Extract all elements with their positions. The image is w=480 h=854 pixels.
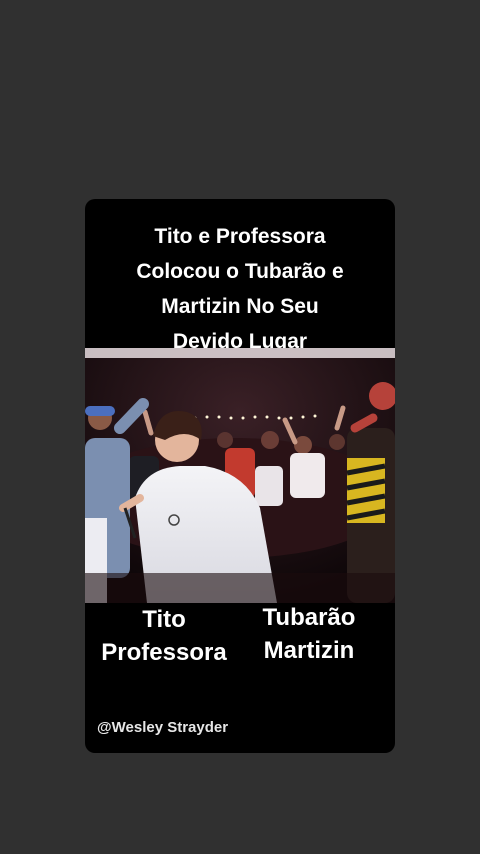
name-tito: Tito <box>142 606 186 633</box>
headline-line-2: Colocou o Tubarão e <box>136 260 344 283</box>
headline-line-3: Martizin No Seu <box>161 295 319 318</box>
left-duo-names: Tito Professora <box>89 603 239 669</box>
headline: Tito e Professora Colocou o Tubarão e Ma… <box>85 219 395 359</box>
ceiling-light <box>85 348 395 358</box>
concert-scene <box>85 348 395 603</box>
credit-handle[interactable]: @Wesley Strayder <box>97 719 228 736</box>
name-martizin: Martizin <box>263 637 355 664</box>
story-card[interactable]: Tito e Professora Colocou o Tubarão e Ma… <box>85 199 395 753</box>
right-duo-names: Tubarão Martizin <box>249 601 369 667</box>
video-frame[interactable] <box>85 348 395 603</box>
floor-shadow <box>85 573 395 603</box>
name-professora: Professora <box>101 639 227 666</box>
name-tubarao: Tubarão <box>262 604 356 631</box>
headline-line-1: Tito e Professora <box>154 225 326 248</box>
